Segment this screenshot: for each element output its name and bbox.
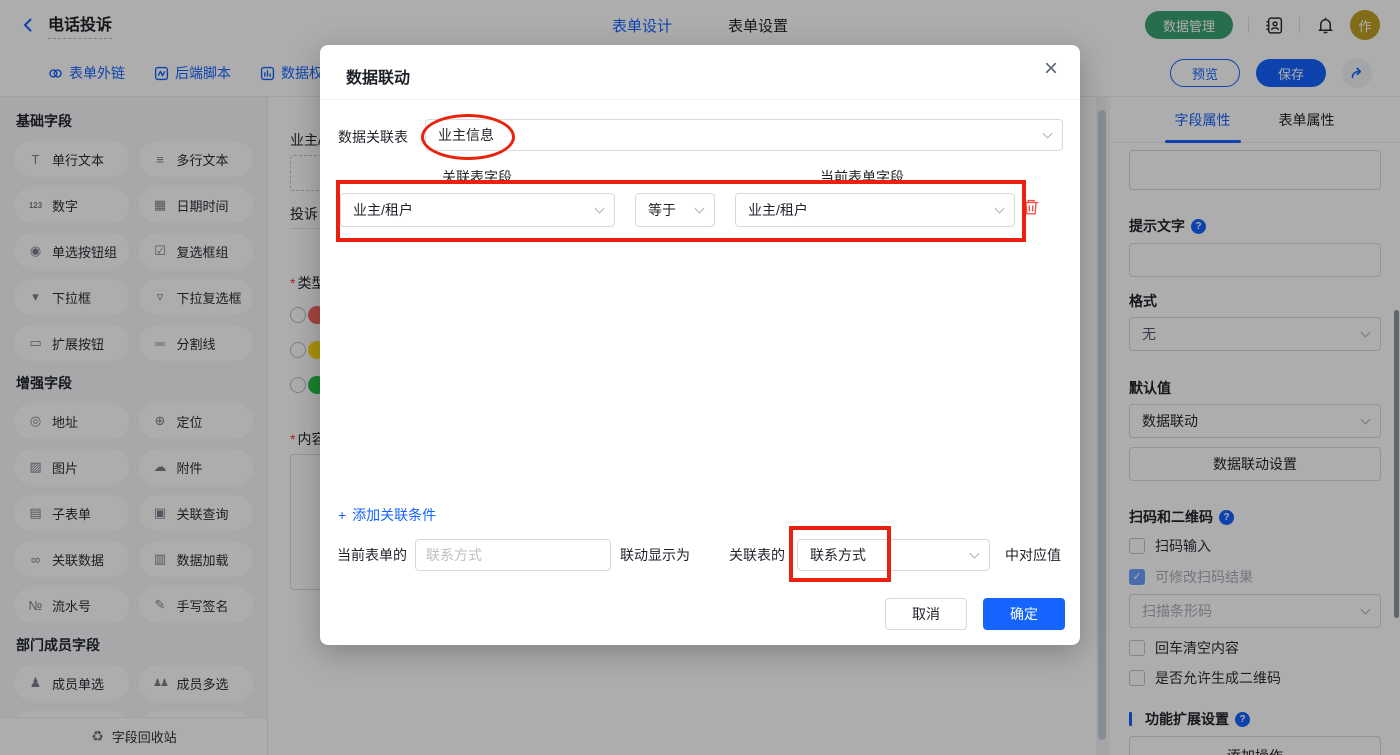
relation-table-label: 数据关联表 <box>338 127 408 147</box>
modal-title: 数据联动 <box>346 64 410 88</box>
plus-icon: + <box>338 507 346 523</box>
condition-operator-select[interactable]: 等于 <box>635 193 715 227</box>
relation-table-select-value: 业主信息 <box>438 125 494 145</box>
data-linkage-modal: 数据联动 × 数据关联表 业主信息 关联表字段 当前表单字段 业主/租户 等于 … <box>320 45 1080 645</box>
relation-field-select-value: 联系方式 <box>810 545 866 565</box>
confirm-button[interactable]: 确定 <box>983 598 1065 630</box>
chevron-down-icon <box>970 549 980 559</box>
condition-right-select-value: 业主/租户 <box>748 200 808 220</box>
add-condition-link[interactable]: + 添加关联条件 <box>338 505 436 525</box>
condition-left-select-value: 业主/租户 <box>353 200 413 220</box>
current-form-label: 当前表单的 <box>337 539 407 571</box>
modal-header: 数据联动 × <box>320 45 1080 100</box>
condition-operator-value: 等于 <box>648 200 676 220</box>
trash-icon <box>1022 198 1040 216</box>
cancel-button[interactable]: 取消 <box>885 598 967 630</box>
add-condition-label: 添加关联条件 <box>352 505 436 525</box>
current-form-field-input[interactable] <box>415 539 611 571</box>
chevron-down-icon <box>995 204 1005 214</box>
relation-field-select[interactable]: 联系方式 <box>797 539 990 571</box>
chevron-down-icon <box>695 204 705 214</box>
display-as-label: 联动显示为 <box>620 539 690 571</box>
chevron-down-icon <box>1043 129 1053 139</box>
column-header-current-field: 当前表单字段 <box>820 167 904 187</box>
relation-of-label: 关联表的 <box>729 539 785 571</box>
chevron-down-icon <box>595 204 605 214</box>
condition-right-select[interactable]: 业主/租户 <box>735 193 1015 227</box>
relation-table-select[interactable]: 业主信息 <box>425 119 1063 151</box>
column-header-relation-field: 关联表字段 <box>442 167 512 187</box>
delete-condition-button[interactable] <box>1022 198 1040 216</box>
suffix-label: 中对应值 <box>1005 539 1061 571</box>
condition-left-select[interactable]: 业主/租户 <box>340 193 615 227</box>
close-icon[interactable]: × <box>1044 57 1058 81</box>
